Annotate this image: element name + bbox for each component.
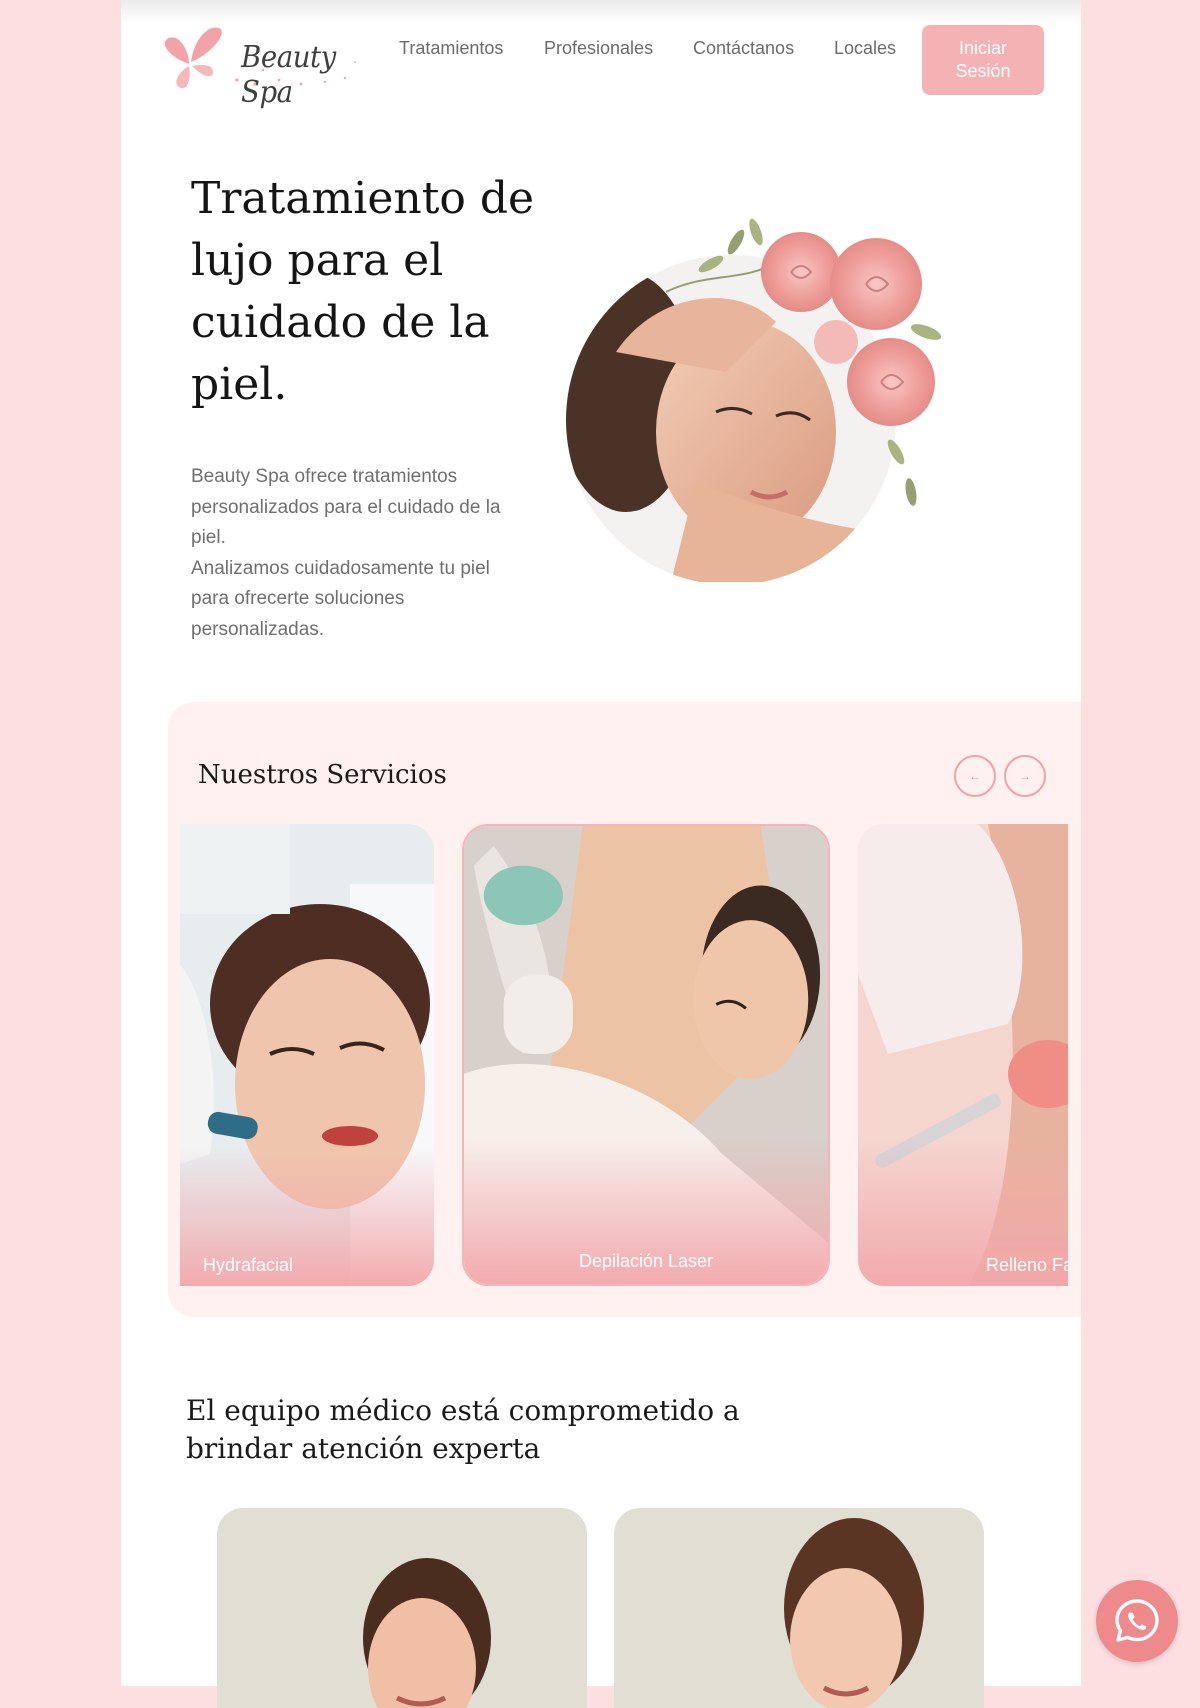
service-image-relleno-facial xyxy=(858,824,1068,1286)
arrow-left-icon: ← xyxy=(969,769,981,783)
hero-text: Beauty Spa ofrece tratamientos personali… xyxy=(191,462,531,645)
whatsapp-button[interactable] xyxy=(1096,1580,1178,1662)
doctor-photo-2 xyxy=(784,1518,924,1708)
hero-text-line-2: Analizamos cuidadosamente tu piel para o… xyxy=(191,557,490,640)
hero-title: Tratamiento de lujo para el cuidado de l… xyxy=(191,173,535,410)
doctor-photo-1 xyxy=(363,1558,491,1708)
team-card-1[interactable] xyxy=(217,1508,587,1708)
carousel-prev-button[interactable]: ← xyxy=(954,755,996,797)
services-title: Nuestros Servicios xyxy=(198,760,447,790)
login-button-label: Iniciar Sesión xyxy=(955,38,1011,81)
logo[interactable]: Beauty Spa xyxy=(159,20,389,110)
team-title: El equipo médico está comprometido a bri… xyxy=(186,1394,740,1465)
nav-tratamientos[interactable]: Tratamientos xyxy=(399,38,503,59)
service-image-hydrafacial xyxy=(180,824,434,1286)
logo-text: Beauty Spa xyxy=(241,40,336,110)
hero-text-line-1: Beauty Spa ofrece tratamientos personali… xyxy=(191,466,501,548)
login-button[interactable]: Iniciar Sesión xyxy=(922,25,1044,95)
service-card-depilacion-laser[interactable]: Depilación Laser xyxy=(462,824,830,1286)
page: Beauty Spa Tratamientos Profesionales Co… xyxy=(121,0,1081,1708)
service-label-hydrafacial: Hydrafacial xyxy=(203,1255,294,1275)
hero-image xyxy=(546,202,1006,585)
service-label-depilacion-laser: Depilación Laser xyxy=(578,1251,714,1271)
service-label-relleno-facial: Relleno Fa xyxy=(986,1255,1068,1275)
services-section: Nuestros Servicios ← → Hydrafacial Depil… xyxy=(168,702,1081,1317)
whatsapp-icon xyxy=(1115,1599,1159,1642)
carousel-next-button[interactable]: → xyxy=(1004,755,1046,797)
service-card-relleno-facial[interactable]: Relleno Fa xyxy=(858,824,1068,1286)
nav-profesionales[interactable]: Profesionales xyxy=(544,38,653,59)
service-image-depilacion-laser xyxy=(464,826,828,1284)
nav-contactanos[interactable]: Contáctanos xyxy=(693,38,794,59)
service-card-hydrafacial[interactable]: Hydrafacial xyxy=(180,824,434,1286)
arrow-right-icon: → xyxy=(1019,769,1031,783)
nav-locales[interactable]: Locales xyxy=(834,38,896,59)
team-card-2[interactable] xyxy=(614,1508,984,1708)
